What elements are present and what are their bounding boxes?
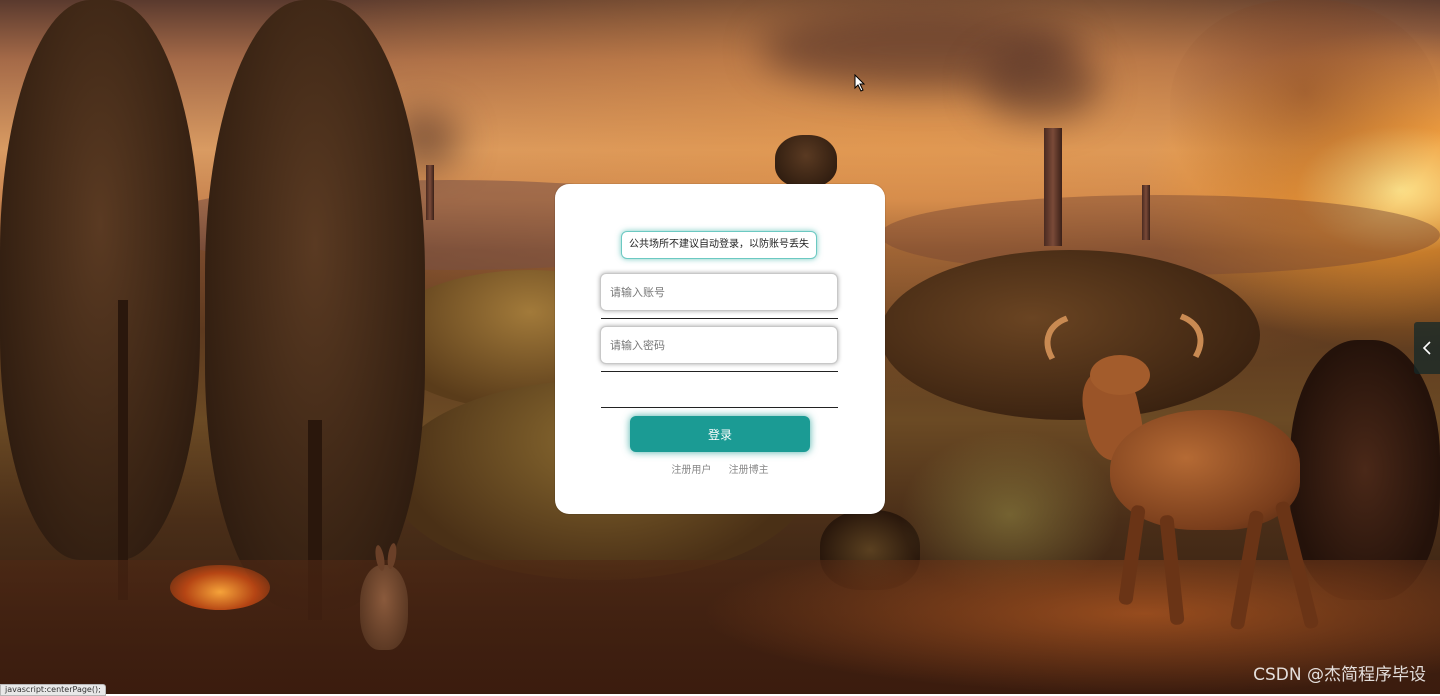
watermark: CSDN @杰简程序毕设 (1253, 665, 1426, 685)
divider-line (601, 371, 838, 372)
password-input[interactable] (600, 326, 838, 364)
chevron-left-icon (1422, 341, 1431, 355)
rabbit (360, 542, 408, 650)
deer-head (1090, 355, 1150, 395)
side-toggle-tab[interactable] (1414, 322, 1440, 374)
auto-login-notice: 公共场所不建议自动登录，以防账号丢失 (621, 231, 817, 259)
smoke-plume (980, 50, 1100, 120)
username-input[interactable] (600, 273, 838, 311)
login-card: 公共场所不建议自动登录，以防账号丢失 登录 注册用户 注册博主 (555, 184, 885, 514)
register-blogger-link[interactable]: 注册博主 (729, 465, 769, 476)
browser-status-bar: javascript:centerPage(); (0, 684, 106, 696)
register-user-link[interactable]: 注册用户 (671, 465, 711, 476)
divider-line (601, 318, 838, 319)
register-links: 注册用户 注册博主 (555, 461, 885, 476)
fire-glow (170, 565, 270, 610)
tree (0, 0, 200, 560)
chimney (1044, 128, 1062, 246)
mouse-pointer-icon (854, 74, 866, 92)
login-button[interactable]: 登录 (630, 416, 810, 452)
chimney (426, 165, 434, 220)
tree (1170, 0, 1440, 230)
divider-line (601, 407, 838, 408)
tree (775, 135, 837, 187)
chimney (1142, 185, 1150, 240)
tree-trunk (118, 300, 128, 600)
